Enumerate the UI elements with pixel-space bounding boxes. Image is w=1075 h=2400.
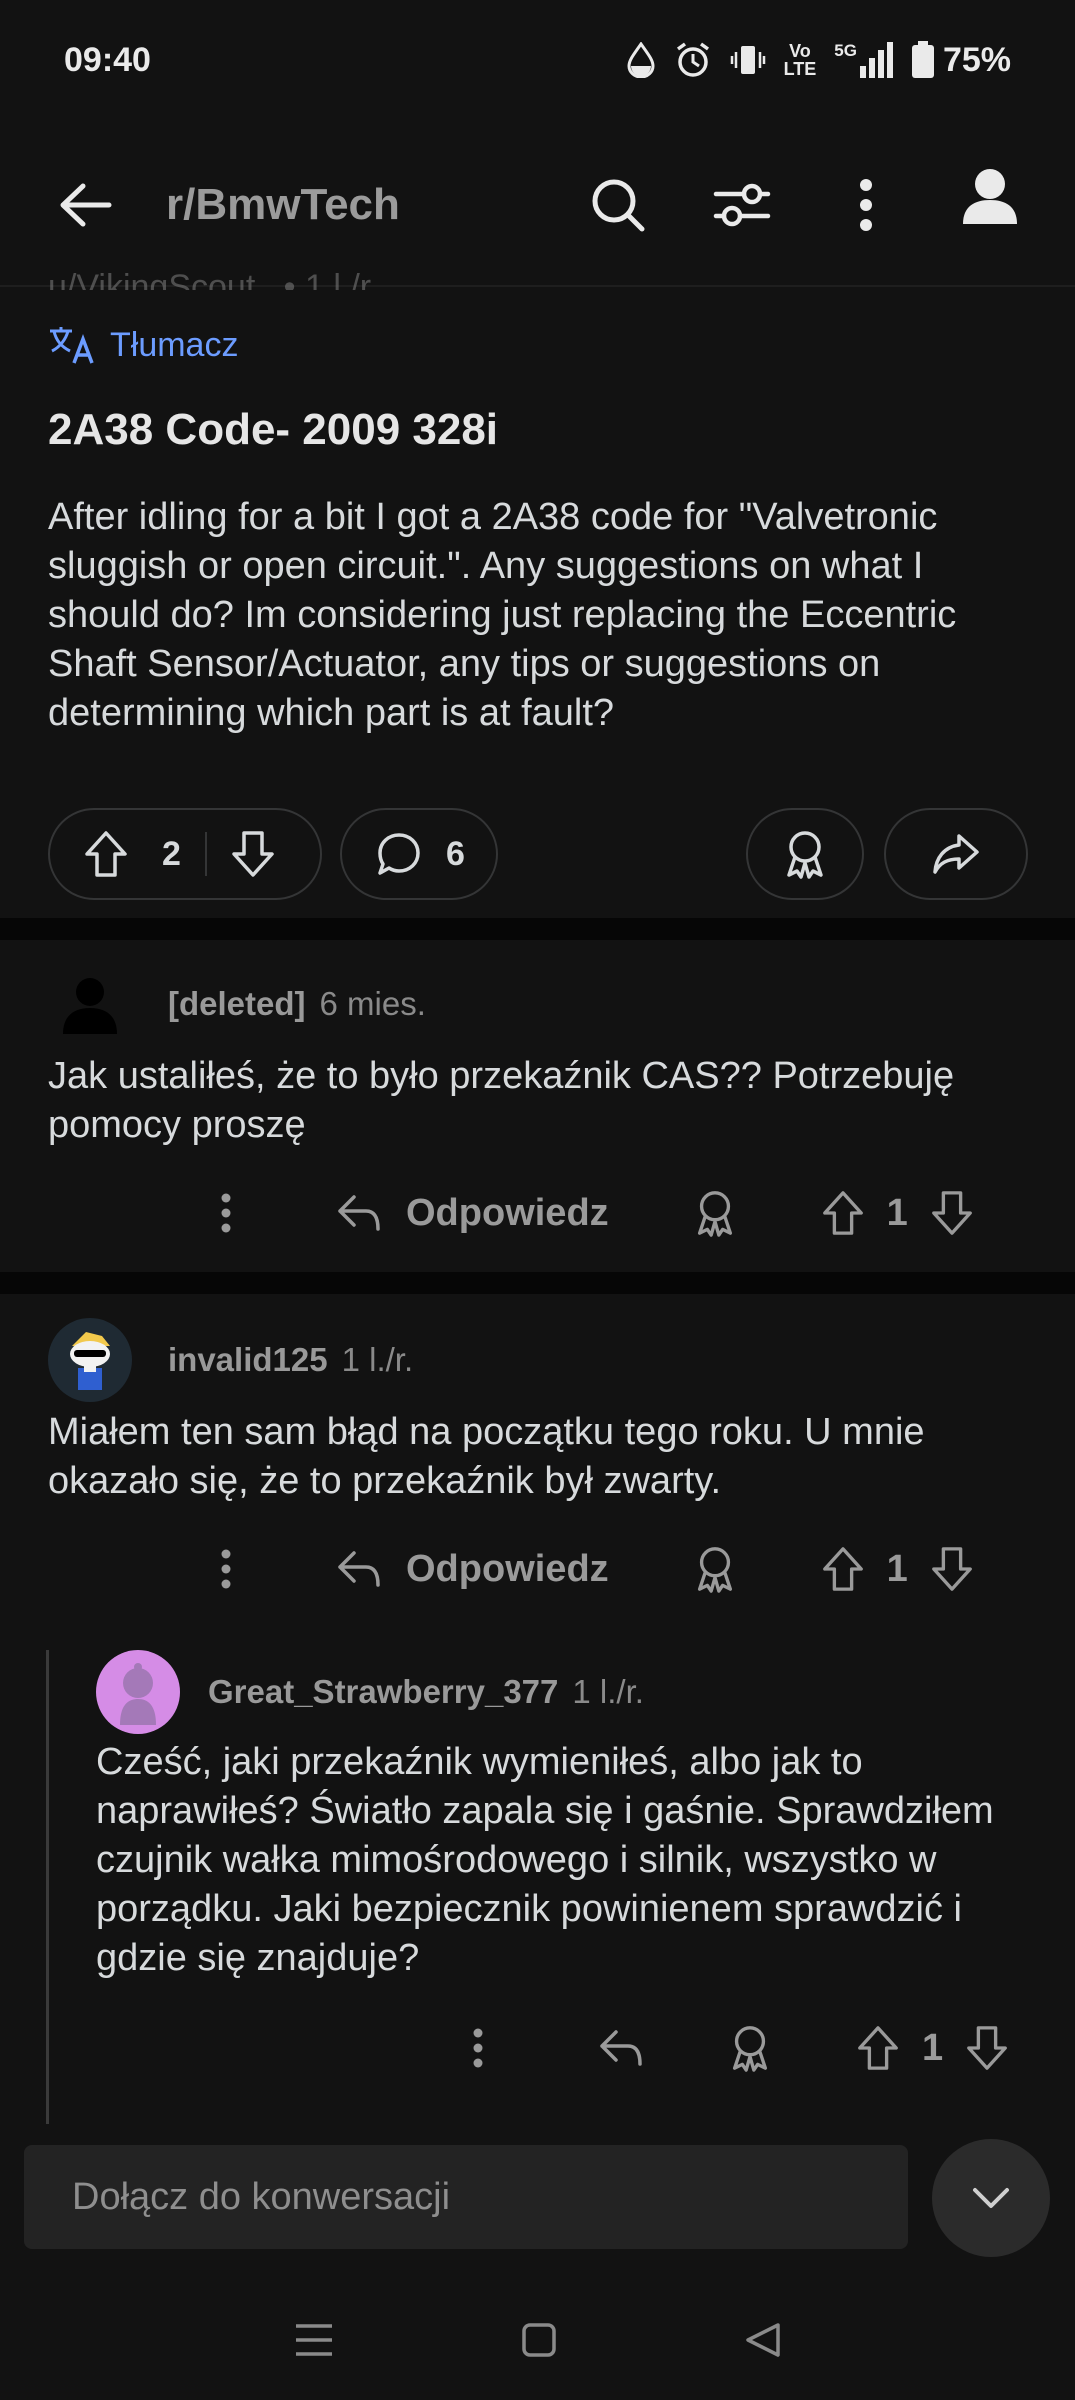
water-drop-icon bbox=[627, 42, 655, 78]
thread-line[interactable] bbox=[46, 1650, 49, 2124]
translate-label: Tłumacz bbox=[110, 325, 239, 364]
comment-vote-count: 1 bbox=[922, 2026, 944, 2069]
post-author-clipped: u/VikingScout_ • 1 l./r. bbox=[48, 268, 379, 290]
downvote-icon[interactable] bbox=[930, 1546, 974, 1592]
more-options-button[interactable] bbox=[821, 160, 911, 250]
battery-icon bbox=[911, 41, 934, 78]
avatar[interactable] bbox=[48, 962, 132, 1046]
arrow-left-icon bbox=[60, 183, 112, 227]
more-vertical-icon[interactable] bbox=[220, 1193, 232, 1233]
comment-author[interactable]: Great_Strawberry_377 bbox=[208, 1673, 558, 1711]
post-body: After idling for a bit I got a 2A38 code… bbox=[48, 496, 957, 734]
comment-age: 6 mies. bbox=[319, 985, 426, 1022]
search-icon bbox=[592, 179, 645, 232]
home-icon[interactable] bbox=[521, 2322, 557, 2358]
top-app-bar: r/BmwTech bbox=[0, 140, 1075, 270]
vibrate-icon bbox=[730, 46, 765, 74]
system-nav-bar bbox=[0, 2280, 1075, 2400]
search-button[interactable] bbox=[573, 160, 663, 250]
translate-button[interactable]: Tłumacz bbox=[48, 325, 1028, 365]
comment-text: Miałem ten sam błąd na początku tego rok… bbox=[48, 1411, 925, 1502]
comment-bubble-icon bbox=[378, 833, 420, 875]
avatar[interactable] bbox=[96, 1650, 180, 1734]
reply-arrow-icon[interactable] bbox=[598, 2028, 644, 2068]
comment-vote-count: 1 bbox=[886, 1191, 908, 1234]
comment-text: Jak ustaliłeś, że to było przekaźnik CAS… bbox=[48, 1055, 955, 1146]
reply-arrow-icon bbox=[338, 1551, 380, 1587]
volte-indicator: Vo LTE bbox=[783, 41, 817, 79]
comment: invalid125 1 l./r. Miałem ten sam błąd n… bbox=[48, 1318, 1038, 1506]
award-icon[interactable] bbox=[693, 1189, 737, 1237]
post-title: 2A38 Code- 2009 328i bbox=[48, 405, 499, 454]
more-vertical-icon[interactable] bbox=[220, 1549, 232, 1589]
reply-label: Odpowiedz bbox=[406, 1547, 609, 1590]
downvote-icon[interactable] bbox=[930, 1190, 974, 1236]
alarm-icon bbox=[676, 42, 709, 77]
comment-author[interactable]: invalid125 bbox=[168, 1341, 328, 1379]
comment-actions: 1 bbox=[472, 2008, 1009, 2088]
snoo-avatar-icon bbox=[70, 1332, 110, 1390]
user-avatar-icon bbox=[963, 169, 1017, 224]
comment-reply: Great_Strawberry_377 1 l./r. Cześć, jaki… bbox=[96, 1650, 1036, 1983]
comments-button[interactable]: 6 bbox=[340, 808, 498, 900]
comment: [deleted] 6 mies. Jak ustaliłeś, że to b… bbox=[48, 962, 1038, 1150]
more-vertical-icon bbox=[860, 179, 872, 231]
post-vote-count: 2 bbox=[162, 834, 181, 873]
award-icon[interactable] bbox=[693, 1545, 737, 1593]
status-bar: 09:40 Vo LTE 5G 75% bbox=[0, 0, 1075, 120]
share-button[interactable] bbox=[884, 808, 1028, 900]
back-nav-icon[interactable] bbox=[744, 2321, 782, 2359]
more-vertical-icon[interactable] bbox=[472, 2028, 484, 2068]
upvote-icon[interactable] bbox=[84, 830, 128, 878]
deleted-user-icon bbox=[63, 978, 117, 1034]
upvote-icon[interactable] bbox=[821, 1546, 865, 1592]
recent-apps-icon[interactable] bbox=[294, 2322, 334, 2358]
chevron-down-icon bbox=[973, 2188, 1009, 2208]
sliders-icon bbox=[713, 183, 771, 227]
comment-vote-count: 1 bbox=[886, 1547, 908, 1590]
reply-button[interactable]: Odpowiedz bbox=[336, 1192, 609, 1235]
award-icon[interactable] bbox=[728, 2024, 772, 2072]
battery-percent: 75% bbox=[942, 40, 1011, 79]
reply-label: Odpowiedz bbox=[406, 1191, 609, 1234]
profile-button[interactable] bbox=[945, 151, 1035, 241]
join-conversation-input[interactable]: Dołącz do konwersacji bbox=[24, 2145, 908, 2249]
avatar[interactable] bbox=[48, 1318, 132, 1402]
comment-count: 6 bbox=[446, 834, 465, 873]
scroll-down-button[interactable] bbox=[932, 2139, 1050, 2257]
status-time: 09:40 bbox=[64, 40, 151, 79]
share-arrow-icon bbox=[933, 834, 979, 874]
upvote-icon[interactable] bbox=[856, 2025, 900, 2071]
back-button[interactable] bbox=[40, 160, 130, 250]
reply-arrow-icon bbox=[338, 1195, 380, 1231]
post-content: Tłumacz 2A38 Code- 2009 328i After idlin… bbox=[48, 325, 1028, 738]
vote-pill: 2 bbox=[48, 808, 322, 900]
comment-author[interactable]: [deleted] bbox=[168, 985, 306, 1023]
section-divider bbox=[0, 1272, 1075, 1294]
composer-placeholder: Dołącz do konwersacji bbox=[72, 2175, 451, 2218]
downvote-icon[interactable] bbox=[965, 2025, 1009, 2071]
signal-icon: 5G bbox=[834, 42, 893, 78]
reply-button[interactable]: Odpowiedz bbox=[336, 1548, 609, 1591]
subreddit-title[interactable]: r/BmwTech bbox=[166, 180, 539, 230]
section-divider bbox=[0, 918, 1075, 940]
post-actions: 2 6 bbox=[48, 808, 1028, 904]
snoo-avatar-icon bbox=[120, 1663, 156, 1725]
comment-age: 1 l./r. bbox=[341, 1341, 414, 1378]
award-button[interactable] bbox=[746, 808, 864, 900]
comment-actions: Odpowiedz 1 bbox=[220, 1529, 974, 1609]
upvote-icon[interactable] bbox=[821, 1190, 865, 1236]
translate-icon bbox=[50, 327, 94, 364]
award-icon bbox=[787, 831, 823, 879]
sort-filter-button[interactable] bbox=[697, 160, 787, 250]
comment-age: 1 l./r. bbox=[572, 1673, 644, 1710]
comment-text: Cześć, jaki przekaźnik wymieniłeś, albo … bbox=[96, 1741, 994, 1979]
downvote-icon[interactable] bbox=[231, 830, 275, 878]
comment-actions: Odpowiedz 1 bbox=[220, 1173, 974, 1253]
